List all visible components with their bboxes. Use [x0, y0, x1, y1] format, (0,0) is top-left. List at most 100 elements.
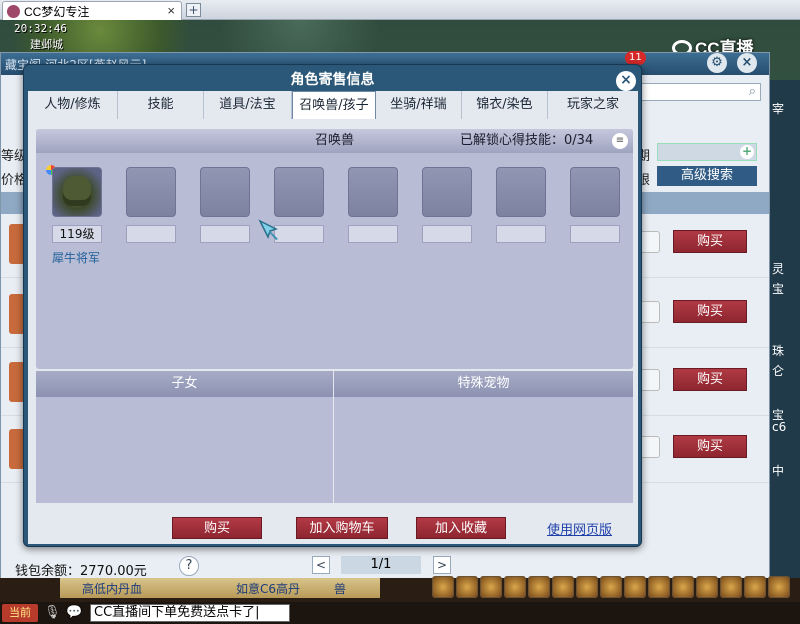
buy-button[interactable]: 购买: [673, 300, 747, 323]
add-filter-icon[interactable]: +: [740, 145, 754, 159]
browser-tab-bar: CC梦幻专注 × +: [0, 0, 800, 20]
close-icon[interactable]: ×: [737, 53, 757, 73]
chat-fragment: 宰: [772, 102, 785, 116]
microphone-icon[interactable]: 🎙: [44, 605, 61, 620]
pet-level: [422, 225, 472, 243]
pet-slot[interactable]: [126, 167, 176, 217]
add-to-favorites-button[interactable]: 加入收藏: [416, 517, 506, 539]
wallet-balance: 钱包余额：2770.00元: [15, 564, 147, 579]
hotbar-slot[interactable]: [696, 576, 718, 598]
pet-slot[interactable]: [274, 167, 324, 217]
dialog-tabs: 人物/修炼 技能 道具/法宝 召唤兽/孩子 坐骑/祥瑞 锦衣/染色 玩家之家: [28, 91, 638, 119]
children-header: 子女: [36, 371, 333, 397]
page-indicator: 1/1: [341, 556, 421, 574]
hotbar-slot[interactable]: [528, 576, 550, 598]
web-version-link[interactable]: 使用网页版: [547, 519, 612, 538]
children-special-box: 子女 特殊宠物: [36, 371, 633, 503]
tab-character[interactable]: 人物/修炼: [28, 91, 118, 119]
pet-level: [348, 225, 398, 243]
tab-mounts[interactable]: 坐骑/祥瑞: [376, 91, 462, 119]
advanced-search-button[interactable]: 高级搜索: [657, 166, 757, 186]
game-clock: 20:32:46: [14, 22, 67, 35]
notification-badge: 11: [625, 51, 646, 65]
chat-row: 当前 🎙 💬 CC直播间下单免费送点卡了|: [0, 602, 800, 624]
role-consignment-dialog: 角色寄售信息 × 人物/修炼 技能 道具/法宝 召唤兽/孩子 坐骑/祥瑞 锦衣/…: [23, 64, 642, 547]
hotbar-slot[interactable]: [480, 576, 502, 598]
tab-close-icon[interactable]: ×: [167, 3, 175, 18]
hotbar-slot[interactable]: [648, 576, 670, 598]
hotbar-slot[interactable]: [672, 576, 694, 598]
chat-fragment: 灵: [772, 262, 785, 276]
help-icon[interactable]: ?: [179, 556, 199, 576]
hotbar-slot[interactable]: [576, 576, 598, 598]
pet-slot[interactable]: [422, 167, 472, 217]
pet-slot[interactable]: [570, 167, 620, 217]
pet-name[interactable]: 犀牛将军: [52, 249, 100, 266]
pet-level: 119级: [52, 225, 102, 243]
close-icon[interactable]: ×: [616, 71, 636, 91]
pet-level: [496, 225, 546, 243]
strip-item[interactable]: 如意C6高丹: [236, 580, 300, 597]
bottom-item-strip: 高低内丹血 如意C6高丹 兽: [60, 578, 380, 598]
add-to-cart-button[interactable]: 加入购物车: [296, 517, 388, 539]
search-icon[interactable]: ⌕: [749, 84, 756, 99]
unlocked-skills-value: 0/34: [564, 133, 594, 148]
tab-title: CC梦幻专注: [24, 4, 90, 19]
tab-items[interactable]: 道具/法宝: [204, 91, 292, 119]
buy-button[interactable]: 购买: [673, 435, 747, 458]
favicon-icon: [7, 4, 20, 18]
pet-slot[interactable]: [348, 167, 398, 217]
menu-icon[interactable]: ≡: [612, 133, 628, 149]
prev-page-button[interactable]: <: [312, 556, 330, 574]
chat-fragment: c6: [772, 420, 787, 434]
summons-panel: 召唤兽 已解锁心得技能：0/34 ≡ 119级 犀牛将军 子女 特殊宠物 购买 …: [28, 119, 638, 544]
tab-summons[interactable]: 召唤兽/孩子: [292, 91, 376, 119]
tab-player-home[interactable]: 玩家之家: [548, 91, 638, 119]
pet-level: [200, 225, 250, 243]
hotbar-slot[interactable]: [744, 576, 766, 598]
shop-search-input[interactable]: ⌕: [633, 83, 761, 101]
buy-button[interactable]: 购买: [172, 517, 262, 539]
hotbar-slot[interactable]: [432, 576, 454, 598]
dialog-title: 角色寄售信息: [290, 72, 375, 88]
special-pets-header: 特殊宠物: [334, 371, 633, 397]
map-name: 建邺城: [30, 38, 63, 51]
hotbar-slot[interactable]: [600, 576, 622, 598]
unlocked-skills-label: 已解锁心得技能：0/34: [460, 129, 593, 153]
gear-icon[interactable]: ⚙: [707, 53, 727, 73]
pet-level: [274, 225, 324, 243]
hotbar-slot[interactable]: [552, 576, 574, 598]
hotbar-slot[interactable]: [720, 576, 742, 598]
hotbar-slot[interactable]: [768, 576, 790, 598]
tab-outfits[interactable]: 锦衣/染色: [462, 91, 548, 119]
chat-channel-tag[interactable]: 当前: [2, 604, 38, 622]
buy-button[interactable]: 购买: [673, 230, 747, 253]
hotbar-slot[interactable]: [456, 576, 478, 598]
chat-fragment: 中: [772, 464, 785, 478]
strip-item[interactable]: 兽: [334, 580, 346, 597]
chat-input[interactable]: CC直播间下单免费送点卡了|: [90, 604, 290, 622]
browser-tab[interactable]: CC梦幻专注 ×: [2, 1, 182, 20]
pet-slot[interactable]: [52, 167, 102, 217]
pet-level: [126, 225, 176, 243]
unlocked-skills-text: 已解锁心得技能：: [460, 133, 565, 148]
pet-slot[interactable]: [200, 167, 250, 217]
divider: [333, 371, 334, 503]
chat-fragment: 仑: [772, 364, 785, 378]
buy-button[interactable]: 购买: [673, 368, 747, 391]
cursor-icon: [258, 219, 278, 240]
chat-fragment: 宝: [772, 282, 785, 296]
pet-level: [570, 225, 620, 243]
chat-bubble-icon[interactable]: 💬: [66, 605, 82, 620]
pet-slot[interactable]: [496, 167, 546, 217]
new-tab-button[interactable]: +: [186, 3, 201, 17]
strip-item[interactable]: 高低内丹血: [82, 580, 142, 597]
tab-skills[interactable]: 技能: [118, 91, 204, 119]
period-filter-input[interactable]: +: [657, 143, 757, 161]
hotbar-slot[interactable]: [504, 576, 526, 598]
summon-box: 召唤兽 已解锁心得技能：0/34 ≡ 119级 犀牛将军: [36, 129, 633, 369]
chat-fragment: 珠: [772, 344, 785, 358]
hotbar-slot[interactable]: [624, 576, 646, 598]
game-chat-strip: 宰 灵 宝 珠 仑 宝 c6 中: [770, 80, 800, 580]
next-page-button[interactable]: >: [433, 556, 451, 574]
